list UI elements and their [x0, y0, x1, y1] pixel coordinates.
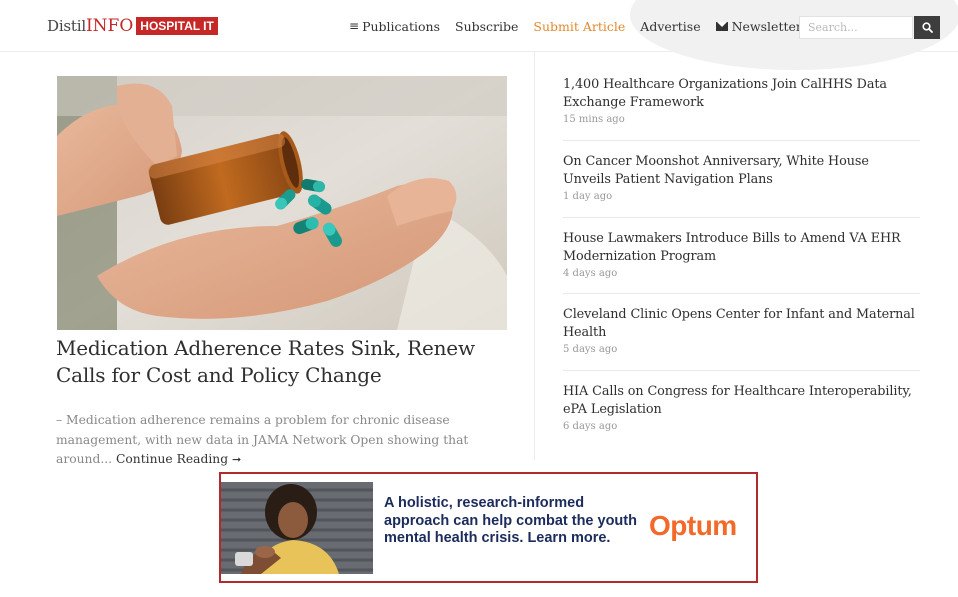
hero-excerpt: – Medication adherence remains a problem…: [56, 411, 526, 470]
news-time: 15 mins ago: [563, 114, 625, 125]
news-list: 1,400 Healthcare Organizations Join CalH…: [563, 76, 920, 443]
site-header: Distil INFO HOSPITAL IT ≡ Publications S…: [0, 0, 958, 70]
news-title[interactable]: 1,400 Healthcare Organizations Join CalH…: [563, 76, 920, 112]
ad-photo: [221, 482, 373, 574]
nav-publications-label: Publications: [362, 18, 440, 34]
nav-submit-article[interactable]: Submit Article: [533, 19, 625, 34]
hero-headline[interactable]: Medication Adherence Rates Sink, Renew C…: [56, 335, 516, 389]
news-time: 1 day ago: [563, 191, 613, 202]
site-logo[interactable]: Distil INFO HOSPITAL IT: [47, 15, 218, 37]
news-title[interactable]: House Lawmakers Introduce Bills to Amend…: [563, 230, 920, 266]
nav-publications[interactable]: ≡ Publications: [349, 19, 440, 34]
search-input[interactable]: [799, 16, 913, 39]
optum-logo: Optum: [649, 510, 737, 541]
news-time: 6 days ago: [563, 421, 618, 432]
logo-info-text: INFO: [85, 16, 134, 36]
news-item[interactable]: HIA Calls on Congress for Healthcare Int…: [563, 371, 920, 443]
main-nav: ≡ Publications Subscribe Submit Article …: [349, 17, 823, 35]
news-title[interactable]: Cleveland Clinic Opens Center for Infant…: [563, 306, 920, 342]
news-title[interactable]: HIA Calls on Congress for Healthcare Int…: [563, 383, 920, 419]
news-time: 5 days ago: [563, 344, 618, 355]
menu-icon: ≡: [349, 19, 360, 33]
continue-reading-label: Continue Reading: [115, 452, 229, 466]
pills-in-hand-image: [57, 76, 507, 330]
envelope-icon: [715, 21, 728, 31]
news-item[interactable]: House Lawmakers Introduce Bills to Amend…: [563, 218, 920, 294]
news-title[interactable]: On Cancer Moonshot Anniversary, White Ho…: [563, 153, 920, 189]
nav-subscribe[interactable]: Subscribe: [455, 19, 518, 34]
right-arrow-icon: ➞: [232, 453, 242, 466]
column-divider: [534, 52, 535, 460]
ad-person-image: [221, 482, 373, 574]
news-item[interactable]: On Cancer Moonshot Anniversary, White Ho…: [563, 141, 920, 218]
search-button[interactable]: [914, 16, 940, 39]
nav-submit-article-label: Submit Article: [533, 18, 626, 34]
nav-subscribe-label: Subscribe: [455, 18, 519, 34]
continue-reading-link[interactable]: Continue Reading ➞: [116, 452, 241, 466]
news-time: 4 days ago: [563, 268, 618, 279]
news-item[interactable]: 1,400 Healthcare Organizations Join CalH…: [563, 76, 920, 141]
nav-advertise-label: Advertise: [640, 18, 701, 34]
hero-image[interactable]: [57, 76, 507, 330]
logo-badge: HOSPITAL IT: [136, 17, 218, 35]
nav-newsletters-label: Newsletters: [731, 18, 809, 34]
nav-newsletters[interactable]: Newsletters: [715, 18, 809, 34]
ad-headline[interactable]: A holistic, research-informed approach c…: [384, 495, 644, 548]
news-item[interactable]: Cleveland Clinic Opens Center for Infant…: [563, 294, 920, 371]
nav-advertise[interactable]: Advertise: [640, 19, 700, 34]
logo-distil-text: Distil: [47, 17, 86, 35]
ad-banner[interactable]: A holistic, research-informed approach c…: [219, 472, 758, 583]
search-icon: [921, 22, 933, 33]
